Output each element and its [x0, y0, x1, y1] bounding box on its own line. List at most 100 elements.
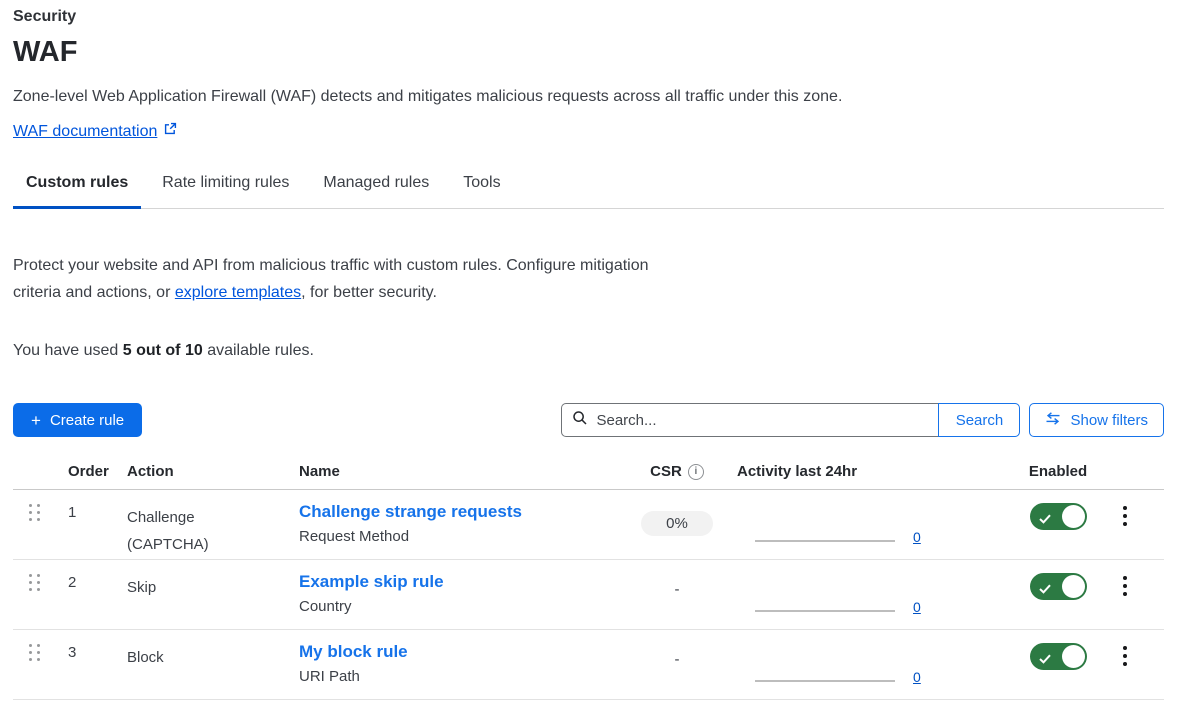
drag-handle-icon [29, 644, 55, 661]
usage-pre: You have used [13, 342, 123, 359]
drag-handle[interactable] [13, 560, 55, 591]
csr-value: 0% [641, 511, 713, 536]
search-button[interactable]: Search [938, 403, 1020, 437]
usage-post: available rules. [203, 342, 314, 359]
rule-action: Challenge (CAPTCHA) [127, 490, 257, 558]
rule-field: URI Path [299, 668, 617, 685]
header-csr-label: CSR [650, 463, 682, 480]
rule-order: 2 [55, 560, 127, 591]
rule-csr-cell: 0% [617, 490, 737, 536]
enabled-toggle[interactable] [1030, 573, 1087, 600]
waf-page: Security WAF Zone-level Web Application … [0, 0, 1177, 700]
rule-enabled-cell [1030, 560, 1087, 605]
rule-field: Country [299, 598, 617, 615]
breadcrumb: Security [13, 7, 1164, 26]
table-row: 1 Challenge (CAPTCHA) Challenge strange … [13, 490, 1164, 560]
kebab-menu-icon[interactable] [1117, 504, 1164, 528]
table-row: 3 Block My block rule URI Path - 0 [13, 630, 1164, 700]
drag-handle[interactable] [13, 630, 55, 661]
page-title: WAF [13, 35, 1164, 69]
rule-enabled-cell [1030, 630, 1087, 675]
create-rule-label: Create rule [50, 412, 124, 429]
check-icon [1039, 651, 1051, 669]
intro-line2-pre: criteria and actions, or [13, 284, 175, 301]
rule-menu-cell [1113, 490, 1164, 528]
toggle-knob [1062, 505, 1085, 528]
header-order: Order [55, 463, 127, 480]
usage-count: 5 out of 10 [123, 342, 203, 359]
explore-templates-link[interactable]: explore templates [175, 284, 301, 301]
header-action: Action [127, 463, 299, 480]
search-group: Search [561, 403, 1020, 437]
show-filters-label: Show filters [1070, 412, 1148, 429]
search-box [561, 403, 938, 437]
rule-name-link[interactable]: Challenge strange requests [299, 502, 522, 521]
drag-handle-icon [29, 504, 55, 521]
rules-toolbar: + Create rule Search [13, 403, 1164, 437]
search-icon [572, 410, 588, 431]
tab-bar: Custom rules Rate limiting rules Managed… [13, 174, 1164, 209]
rule-order: 3 [55, 630, 127, 661]
show-filters-button[interactable]: Show filters [1029, 403, 1164, 437]
rule-menu-cell [1113, 630, 1164, 668]
activity-count-link[interactable]: 0 [913, 599, 921, 615]
rule-activity-cell: 0 [737, 490, 1003, 560]
page-description: Zone-level Web Application Firewall (WAF… [13, 86, 1164, 107]
rule-name-cell: My block rule URI Path [299, 630, 617, 685]
info-icon[interactable]: i [688, 464, 704, 480]
custom-rules-table: Order Action Name CSR i Activity last 24… [13, 463, 1164, 700]
tab-managed-rules[interactable]: Managed rules [310, 174, 442, 208]
enabled-toggle[interactable] [1030, 643, 1087, 670]
toggle-knob [1062, 645, 1085, 668]
header-csr: CSR i [650, 463, 704, 480]
waf-documentation-link[interactable]: WAF documentation [13, 122, 177, 141]
check-icon [1039, 511, 1051, 529]
activity-count-link[interactable]: 0 [913, 669, 921, 685]
activity-sparkline [755, 680, 895, 682]
tab-custom-rules[interactable]: Custom rules [13, 174, 141, 208]
rule-name-link[interactable]: My block rule [299, 642, 408, 661]
table-row: 2 Skip Example skip rule Country - 0 [13, 560, 1164, 630]
kebab-menu-icon[interactable] [1117, 574, 1164, 598]
rule-enabled-cell [1030, 490, 1087, 535]
activity-count-link[interactable]: 0 [913, 529, 921, 545]
tab-tools[interactable]: Tools [450, 174, 513, 208]
rule-name-cell: Challenge strange requests Request Metho… [299, 490, 617, 545]
header-enabled: Enabled [1029, 463, 1087, 480]
header-name: Name [299, 463, 617, 480]
rule-order: 1 [55, 490, 127, 521]
rule-activity-cell: 0 [737, 630, 1003, 700]
activity-sparkline [755, 610, 895, 612]
intro-line2-post: , for better security. [301, 284, 437, 301]
table-header-row: Order Action Name CSR i Activity last 24… [13, 463, 1164, 490]
csr-value: - [675, 651, 680, 668]
rule-name-cell: Example skip rule Country [299, 560, 617, 615]
rule-name-link[interactable]: Example skip rule [299, 572, 444, 591]
rule-action: Skip [127, 560, 257, 601]
search-input[interactable] [596, 412, 928, 429]
create-rule-button[interactable]: + Create rule [13, 403, 142, 437]
rule-csr-cell: - [617, 630, 737, 668]
csr-value: - [675, 581, 680, 598]
activity-sparkline [755, 540, 895, 542]
usage-summary: You have used 5 out of 10 available rule… [13, 342, 1164, 360]
swap-arrows-icon [1045, 412, 1061, 429]
check-icon [1039, 581, 1051, 599]
rule-csr-cell: - [617, 560, 737, 598]
rule-menu-cell [1113, 560, 1164, 598]
enabled-toggle[interactable] [1030, 503, 1087, 530]
kebab-menu-icon[interactable] [1117, 644, 1164, 668]
drag-handle-icon [29, 574, 55, 591]
waf-documentation-link-label: WAF documentation [13, 123, 157, 141]
drag-handle[interactable] [13, 490, 55, 521]
header-activity: Activity last 24hr [737, 463, 1003, 480]
tab-rate-limiting-rules[interactable]: Rate limiting rules [149, 174, 302, 208]
intro-line1: Protect your website and API from malici… [13, 257, 649, 274]
intro-text: Protect your website and API from malici… [13, 252, 1164, 306]
rule-field: Request Method [299, 528, 617, 545]
rule-action: Block [127, 630, 257, 671]
plus-icon: + [31, 412, 41, 429]
rule-activity-cell: 0 [737, 560, 1003, 630]
toggle-knob [1062, 575, 1085, 598]
external-link-icon [163, 122, 177, 141]
